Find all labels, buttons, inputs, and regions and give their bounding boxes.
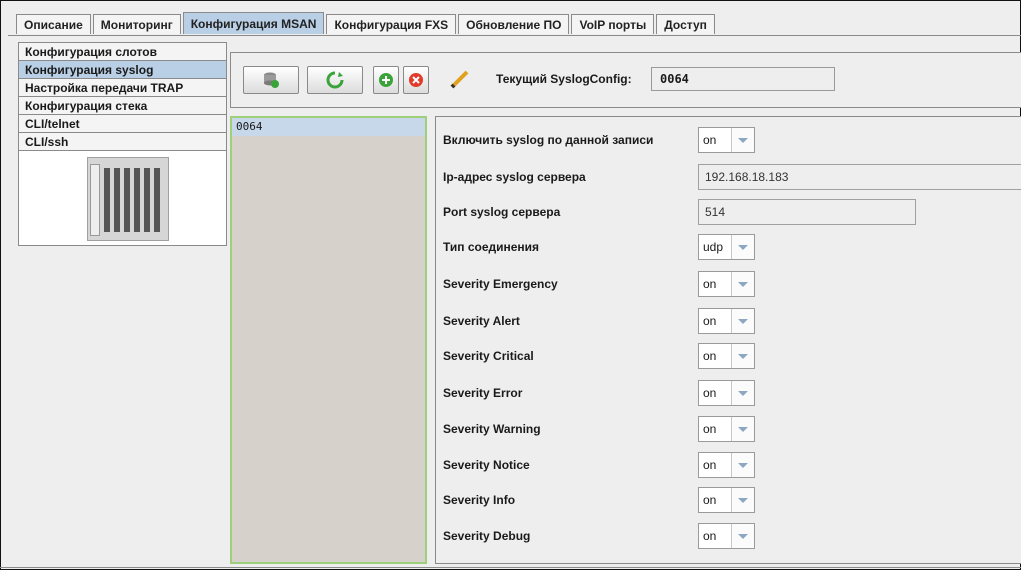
form-label: Severity Warning bbox=[443, 422, 541, 436]
tab-description[interactable]: Описание bbox=[16, 14, 91, 34]
form-row-port: Port syslog сервера 514 bbox=[436, 199, 1021, 225]
sidebar-item-slot-config[interactable]: Конфигурация слотов bbox=[18, 42, 227, 60]
toolbar: Текущий SyslogConfig: 0064 bbox=[230, 52, 1021, 108]
severity-emergency-select[interactable]: on bbox=[698, 271, 755, 297]
severity-debug-select[interactable]: on bbox=[698, 523, 755, 549]
form-row-enable: Включить syslog по данной записи on bbox=[436, 127, 1021, 153]
connection-type-select[interactable]: udp bbox=[698, 234, 755, 260]
select-value: on bbox=[703, 277, 717, 291]
form-label: Severity Alert bbox=[443, 314, 520, 328]
form-label: Тип соединения bbox=[443, 240, 540, 254]
main-tabs: Описание Мониторинг Конфигурация MSAN Ко… bbox=[16, 12, 717, 36]
refresh-icon bbox=[326, 71, 344, 89]
select-value: udp bbox=[703, 240, 724, 254]
form-label: Severity Critical bbox=[443, 349, 534, 363]
chevron-down-icon[interactable] bbox=[731, 344, 754, 368]
refresh-button[interactable] bbox=[307, 66, 363, 94]
form-row-severity-alert: Severity Alert on bbox=[436, 308, 1021, 334]
chevron-down-icon[interactable] bbox=[731, 417, 754, 441]
chevron-down-icon[interactable] bbox=[731, 309, 754, 333]
delete-icon bbox=[409, 73, 423, 87]
tab-access[interactable]: Доступ bbox=[656, 14, 715, 34]
save-db-icon bbox=[264, 72, 279, 88]
form-row-ip: Ip-адрес syslog сервера 192.168.18.183 bbox=[436, 164, 1021, 190]
severity-info-select[interactable]: on bbox=[698, 487, 755, 513]
sidebar-item-trap-config[interactable]: Настройка передачи TRAP bbox=[18, 78, 227, 96]
form-label: Severity Emergency bbox=[443, 277, 558, 291]
form-label: Severity Error bbox=[443, 386, 523, 400]
chevron-down-icon[interactable] bbox=[731, 488, 754, 512]
form-row-severity-debug: Severity Debug on bbox=[436, 523, 1021, 549]
tab-voip-ports[interactable]: VoIP порты bbox=[571, 14, 655, 34]
tab-firmware-update[interactable]: Обновление ПО bbox=[458, 14, 570, 34]
add-button[interactable] bbox=[373, 66, 399, 94]
bottom-divider bbox=[0, 567, 1021, 568]
select-value: on bbox=[703, 349, 717, 363]
edit-pencil-icon bbox=[450, 70, 469, 89]
syslog-port-field[interactable]: 514 bbox=[698, 199, 916, 225]
form-label: Severity Debug bbox=[443, 529, 531, 543]
form-row-connection-type: Тип соединения udp bbox=[436, 234, 1021, 260]
severity-notice-select[interactable]: on bbox=[698, 452, 755, 478]
chevron-down-icon[interactable] bbox=[731, 272, 754, 296]
form-row-severity-error: Severity Error on bbox=[436, 380, 1021, 406]
select-value: on bbox=[703, 493, 717, 507]
severity-alert-select[interactable]: on bbox=[698, 308, 755, 334]
select-value: on bbox=[703, 386, 717, 400]
list-item[interactable]: 0064 bbox=[232, 118, 425, 136]
severity-critical-select[interactable]: on bbox=[698, 343, 755, 369]
severity-error-select[interactable]: on bbox=[698, 380, 755, 406]
sidebar-item-stack-config[interactable]: Конфигурация стека bbox=[18, 96, 227, 114]
select-value: on bbox=[703, 458, 717, 472]
chevron-down-icon[interactable] bbox=[731, 453, 754, 477]
tab-monitoring[interactable]: Мониторинг bbox=[92, 14, 181, 34]
form-row-severity-notice: Severity Notice on bbox=[436, 452, 1021, 478]
enable-syslog-select[interactable]: on bbox=[698, 127, 755, 153]
form-label: Ip-адрес syslog сервера bbox=[443, 170, 586, 184]
sidebar-item-syslog-config[interactable]: Конфигурация syslog bbox=[18, 60, 227, 78]
sidebar-item-cli-telnet[interactable]: CLI/telnet bbox=[18, 114, 227, 132]
chevron-down-icon[interactable] bbox=[731, 235, 754, 259]
tab-fxs-config[interactable]: Конфигурация FXS bbox=[326, 14, 457, 34]
current-config-label: Текущий SyslogConfig: bbox=[496, 72, 632, 86]
select-value: on bbox=[703, 529, 717, 543]
add-icon bbox=[379, 73, 393, 87]
form-label: Port syslog сервера bbox=[443, 205, 561, 219]
form-label: Включить syslog по данной записи bbox=[443, 133, 654, 147]
severity-warning-select[interactable]: on bbox=[698, 416, 755, 442]
select-value: on bbox=[703, 422, 717, 436]
current-config-value: 0064 bbox=[651, 67, 835, 91]
form-row-severity-critical: Severity Critical on bbox=[436, 343, 1021, 369]
edit-button[interactable] bbox=[449, 68, 475, 94]
select-value: on bbox=[703, 314, 717, 328]
device-image-box bbox=[18, 150, 227, 246]
tab-msan-config[interactable]: Конфигурация MSAN bbox=[182, 12, 325, 34]
chevron-down-icon[interactable] bbox=[731, 381, 754, 405]
delete-button[interactable] bbox=[403, 66, 429, 94]
form-row-severity-emergency: Severity Emergency on bbox=[436, 271, 1021, 297]
msan-chassis-image bbox=[87, 157, 169, 241]
sidebar-item-cli-ssh[interactable]: CLI/ssh bbox=[18, 132, 227, 150]
form-row-severity-info: Severity Info on bbox=[436, 487, 1021, 513]
syslog-form: Включить syslog по данной записи on Ip-а… bbox=[435, 116, 1021, 564]
sidebar: Конфигурация слотов Конфигурация syslog … bbox=[18, 42, 227, 246]
save-db-button[interactable] bbox=[243, 66, 299, 94]
chevron-down-icon[interactable] bbox=[731, 524, 754, 548]
record-list[interactable]: 0064 bbox=[230, 116, 427, 564]
chevron-down-icon[interactable] bbox=[731, 128, 754, 152]
tabs-divider bbox=[8, 35, 1021, 36]
form-label: Severity Info bbox=[443, 493, 516, 507]
syslog-ip-field[interactable]: 192.168.18.183 bbox=[698, 164, 1021, 190]
form-row-severity-warning: Severity Warning on bbox=[436, 416, 1021, 442]
form-label: Severity Notice bbox=[443, 458, 530, 472]
select-value: on bbox=[703, 133, 717, 147]
